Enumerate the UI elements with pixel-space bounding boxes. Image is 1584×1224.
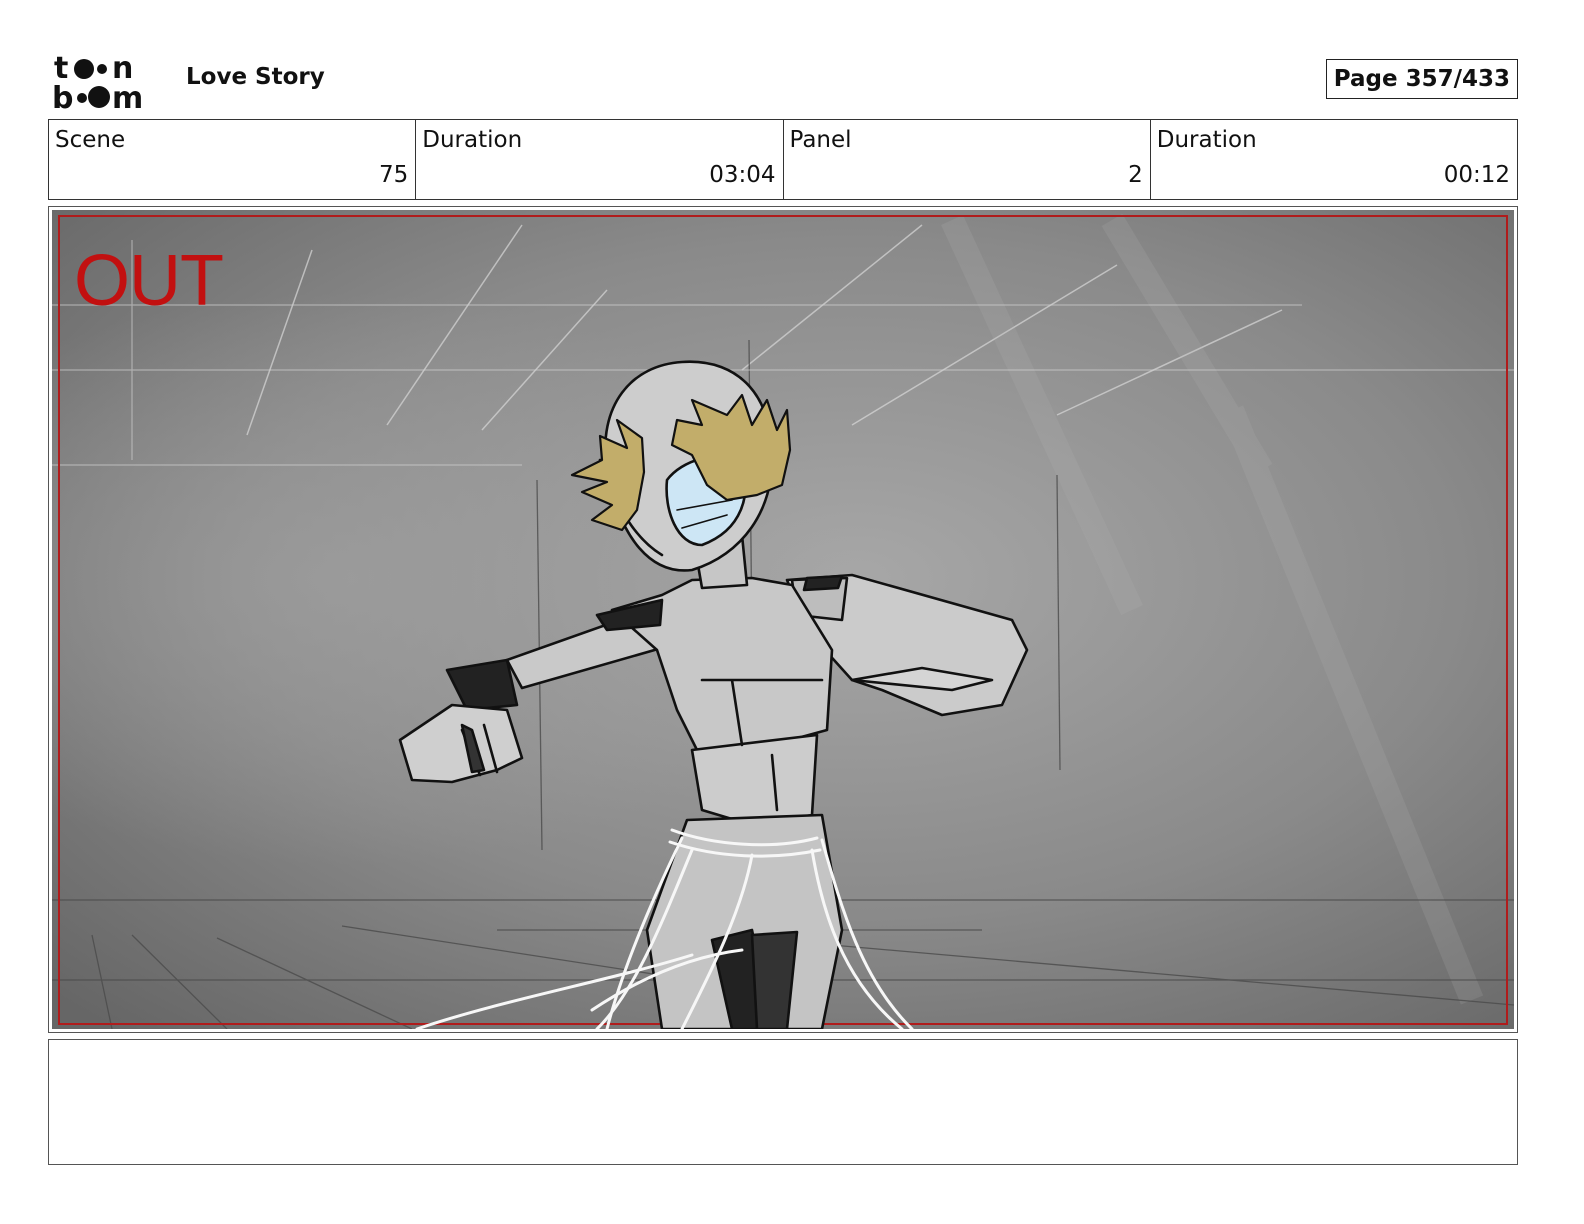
toonboom-logo: t n b m [52,52,143,112]
panel-value: 2 [1128,162,1143,188]
panel-notes-box[interactable] [48,1039,1518,1165]
storyboard-panel: OUT [48,206,1518,1033]
panel-label: Panel [789,127,852,153]
scene-value: 75 [378,162,409,188]
panel-cell: Panel 2 [782,120,1150,199]
scene-duration-label: Duration [422,127,523,153]
panel-duration-cell: Duration 00:12 [1149,120,1517,199]
scene-duration-cell: Duration 03:04 [415,120,782,199]
svg-text:m: m [112,81,143,112]
scene-info-table: Scene 75 Duration 03:04 Panel 2 Duration… [48,119,1518,200]
scene-label: Scene [55,127,126,153]
scene-duration-value: 03:04 [709,162,776,188]
page-number: Page 357/433 [1325,59,1518,99]
panel-duration-value: 00:12 [1443,162,1510,188]
panel-duration-label: Duration [1156,127,1257,153]
out-label: OUT [74,241,223,321]
scene-cell: Scene 75 [49,120,415,199]
svg-text:b: b [52,81,73,112]
panel-sketch: OUT [52,210,1514,1029]
project-title: Love Story [186,64,325,90]
